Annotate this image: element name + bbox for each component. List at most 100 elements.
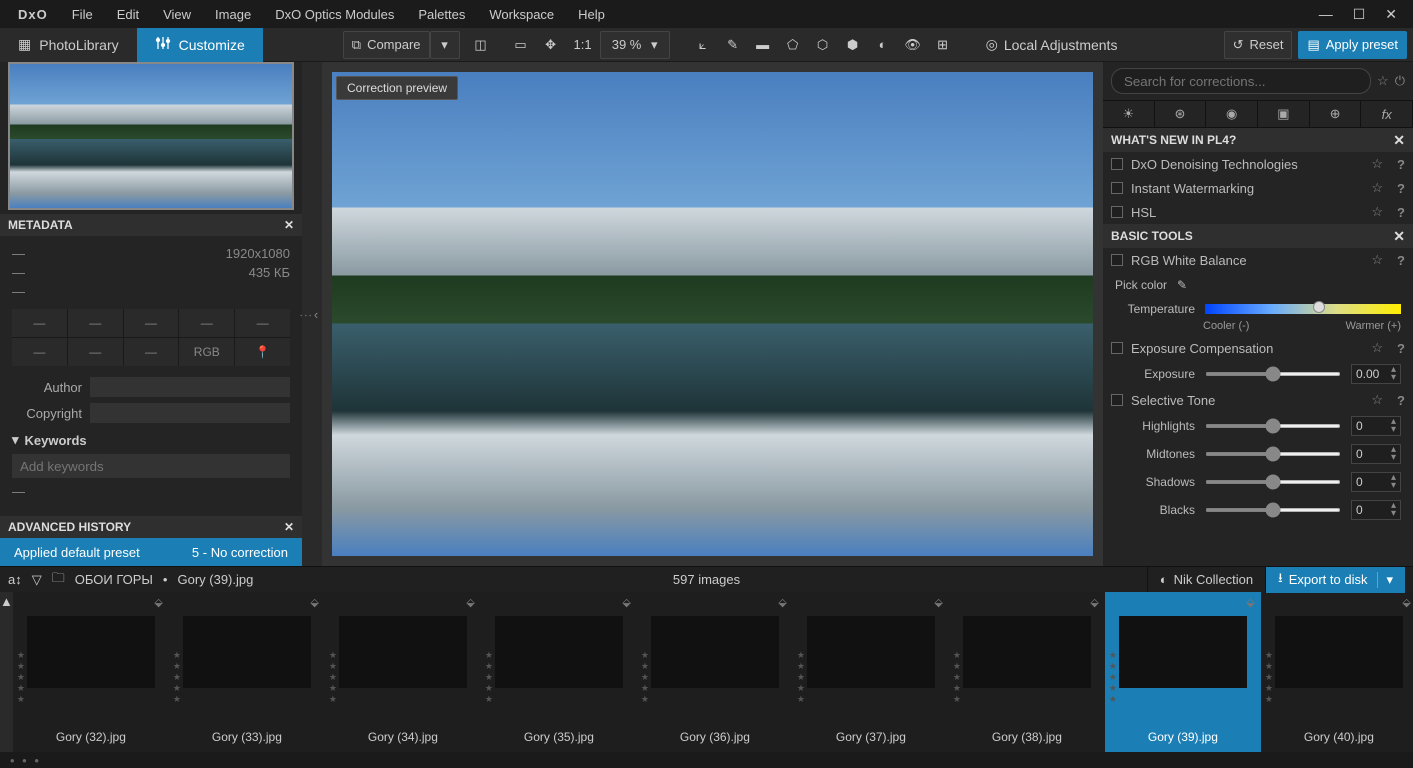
side-by-side-icon[interactable]: ◫ bbox=[466, 31, 496, 59]
checkbox[interactable] bbox=[1111, 254, 1123, 266]
shadows-value[interactable]: 0▴▾ bbox=[1351, 472, 1401, 492]
geometry-tab-icon[interactable]: ▣ bbox=[1258, 101, 1310, 127]
color-tab-icon[interactable]: ⊛ bbox=[1155, 101, 1207, 127]
corrections-search-input[interactable] bbox=[1111, 68, 1371, 94]
perspective-icon[interactable]: ⬠ bbox=[778, 31, 808, 59]
close-icon[interactable]: ✕ bbox=[284, 218, 294, 232]
blacks-slider[interactable] bbox=[1205, 508, 1341, 512]
temperature-slider[interactable] bbox=[1205, 304, 1401, 314]
selective-tone-row[interactable]: Selective Tone☆? bbox=[1103, 388, 1413, 412]
exposure-slider[interactable] bbox=[1205, 372, 1341, 376]
filmstrip-thumbnail[interactable]: ⬙★★★★★Gory (33).jpg bbox=[169, 592, 325, 752]
checkbox[interactable] bbox=[1111, 158, 1123, 170]
eraser-icon[interactable]: ◐ bbox=[868, 31, 898, 59]
left-splitter[interactable]: ⋮ bbox=[302, 62, 310, 566]
filmstrip[interactable]: ▲ ⬙★★★★★Gory (32).jpg⬙★★★★★Gory (33).jpg… bbox=[0, 592, 1413, 752]
exposure-value[interactable]: 0.00▴▾ bbox=[1351, 364, 1401, 384]
whats-new-item[interactable]: Instant Watermarking☆? bbox=[1103, 176, 1413, 200]
exposure-compensation-row[interactable]: Exposure Compensation☆? bbox=[1103, 336, 1413, 360]
close-icon[interactable]: ✕ bbox=[1393, 228, 1405, 245]
rating-stars[interactable]: ★★★★★ bbox=[641, 650, 649, 705]
star-icon[interactable]: ☆ bbox=[1371, 252, 1383, 268]
collapse-left-icon[interactable]: ‹ bbox=[310, 62, 322, 566]
midtones-slider[interactable] bbox=[1205, 452, 1341, 456]
checkbox[interactable] bbox=[1111, 206, 1123, 218]
folder-name[interactable]: ОБОИ ГОРЫ bbox=[75, 572, 153, 587]
move-icon[interactable]: ✥ bbox=[536, 31, 566, 59]
checkbox[interactable] bbox=[1111, 182, 1123, 194]
blacks-value[interactable]: 0▴▾ bbox=[1351, 500, 1401, 520]
copyright-input[interactable] bbox=[90, 403, 290, 423]
zoom-selector[interactable]: 39 % ▾ bbox=[600, 31, 670, 59]
export-button[interactable]: ⭳Export to disk ▾ bbox=[1265, 567, 1405, 593]
eyedropper-icon[interactable]: ✎ bbox=[718, 31, 748, 59]
filmstrip-thumbnail[interactable]: ⬙★★★★★Gory (32).jpg bbox=[13, 592, 169, 752]
navigator-thumbnail[interactable] bbox=[8, 62, 294, 210]
midtones-value[interactable]: 0▴▾ bbox=[1351, 444, 1401, 464]
filmstrip-thumbnail[interactable]: ⬙★★★★★Gory (40).jpg bbox=[1261, 592, 1413, 752]
compare-dropdown[interactable]: ▾ bbox=[430, 31, 460, 59]
grid-icon[interactable]: ⊞ bbox=[928, 31, 958, 59]
horizon-icon[interactable]: ▬ bbox=[748, 31, 778, 59]
points-icon[interactable]: ⬡ bbox=[808, 31, 838, 59]
tab-customize[interactable]: Customize bbox=[137, 28, 263, 62]
keywords-toggle[interactable]: ▾Keywords bbox=[12, 426, 290, 454]
filmstrip-thumbnail[interactable]: ⬙★★★★★Gory (38).jpg bbox=[949, 592, 1105, 752]
filmstrip-thumbnail[interactable]: ⬙★★★★★Gory (34).jpg bbox=[325, 592, 481, 752]
light-tab-icon[interactable]: ☀ bbox=[1103, 101, 1155, 127]
maximize-button[interactable]: ☐ bbox=[1353, 6, 1366, 23]
history-header[interactable]: ADVANCED HISTORY ✕ bbox=[0, 516, 302, 538]
menu-help[interactable]: Help bbox=[566, 3, 617, 26]
fit-icon[interactable]: ▭ bbox=[506, 31, 536, 59]
help-icon[interactable]: ? bbox=[1397, 181, 1405, 196]
menu-edit[interactable]: Edit bbox=[105, 3, 151, 26]
author-input[interactable] bbox=[90, 377, 290, 397]
repair-icon[interactable]: ⬢ bbox=[838, 31, 868, 59]
tab-photolibrary[interactable]: ▦ PhotoLibrary bbox=[0, 28, 137, 62]
main-image[interactable] bbox=[332, 72, 1093, 556]
menu-palettes[interactable]: Palettes bbox=[406, 3, 477, 26]
star-icon[interactable]: ☆ bbox=[1371, 180, 1383, 196]
highlights-value[interactable]: 0▴▾ bbox=[1351, 416, 1401, 436]
filmstrip-thumbnail[interactable]: ⬙★★★★★Gory (37).jpg bbox=[793, 592, 949, 752]
keywords-input[interactable] bbox=[12, 454, 290, 478]
filmstrip-thumbnail[interactable]: ⬙★★★★★Gory (39).jpg bbox=[1105, 592, 1261, 752]
menu-image[interactable]: Image bbox=[203, 3, 263, 26]
star-icon[interactable]: ☆ bbox=[1371, 204, 1383, 220]
whats-new-header[interactable]: WHAT'S NEW IN PL4?✕ bbox=[1103, 128, 1413, 152]
close-icon[interactable]: ✕ bbox=[284, 520, 294, 534]
shadows-slider[interactable] bbox=[1205, 480, 1341, 484]
whats-new-item[interactable]: DxO Denoising Technologies☆? bbox=[1103, 152, 1413, 176]
apply-preset-button[interactable]: ▤ Apply preset bbox=[1298, 31, 1407, 59]
eye-icon[interactable]: 👁 bbox=[898, 31, 928, 59]
resize-handle[interactable]: • • • bbox=[10, 753, 41, 768]
rating-stars[interactable]: ★★★★★ bbox=[485, 650, 493, 705]
filmstrip-thumbnail[interactable]: ⬙★★★★★Gory (36).jpg bbox=[637, 592, 793, 752]
whats-new-item[interactable]: HSL☆? bbox=[1103, 200, 1413, 224]
help-icon[interactable]: ? bbox=[1397, 341, 1405, 356]
filmstrip-thumbnail[interactable]: ⬙★★★★★Gory (35).jpg bbox=[481, 592, 637, 752]
rating-stars[interactable]: ★★★★★ bbox=[797, 650, 805, 705]
menu-dxo-optics-modules[interactable]: DxO Optics Modules bbox=[263, 3, 406, 26]
help-icon[interactable]: ? bbox=[1397, 253, 1405, 268]
menu-file[interactable]: File bbox=[60, 3, 105, 26]
detail-tab-icon[interactable]: ◉ bbox=[1206, 101, 1258, 127]
filter-icon[interactable]: ▽ bbox=[32, 572, 42, 588]
checkbox[interactable] bbox=[1111, 394, 1123, 406]
history-item[interactable]: Applied default preset 5 - No correction bbox=[0, 538, 302, 566]
help-icon[interactable]: ? bbox=[1397, 205, 1405, 220]
menu-workspace[interactable]: Workspace bbox=[477, 3, 566, 26]
reset-button[interactable]: ↺ Reset bbox=[1224, 31, 1293, 59]
nik-collection-button[interactable]: ◐Nik Collection bbox=[1147, 567, 1265, 593]
help-icon[interactable]: ? bbox=[1397, 393, 1405, 408]
rating-stars[interactable]: ★★★★★ bbox=[1109, 650, 1117, 705]
fx-tab-icon[interactable]: fx bbox=[1361, 101, 1413, 127]
star-icon[interactable]: ☆ bbox=[1371, 340, 1383, 356]
close-icon[interactable]: ✕ bbox=[1393, 132, 1405, 149]
eyedropper-icon[interactable]: ✎ bbox=[1177, 278, 1187, 292]
star-icon[interactable]: ☆ bbox=[1371, 392, 1383, 408]
rating-stars[interactable]: ★★★★★ bbox=[17, 650, 25, 705]
crop-icon[interactable]: ⟀ bbox=[688, 31, 718, 59]
close-button[interactable]: ✕ bbox=[1385, 6, 1397, 23]
metadata-header[interactable]: METADATA ✕ bbox=[0, 214, 302, 236]
